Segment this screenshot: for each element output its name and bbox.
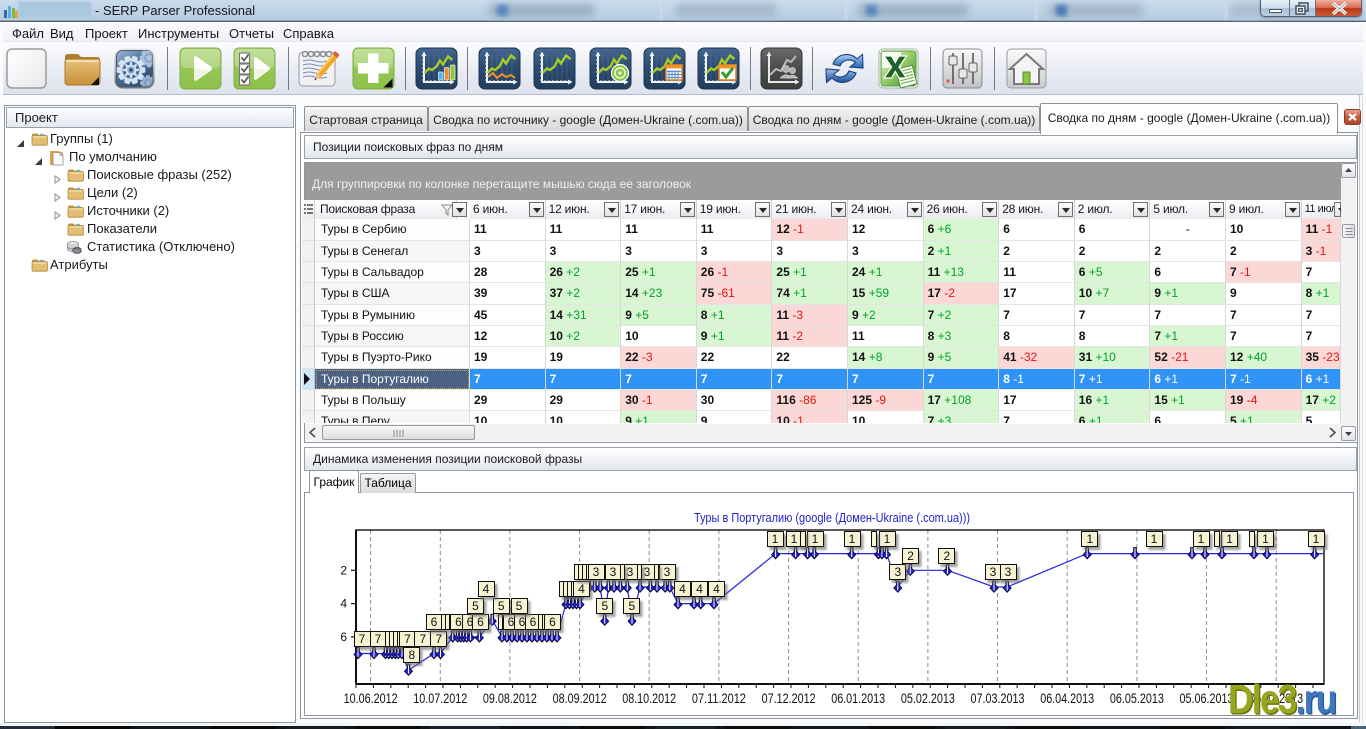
svg-text:09.08.2012: 09.08.2012	[483, 691, 537, 706]
svg-text:2: 2	[340, 563, 347, 577]
svg-text:Туры в Португалию (google (Дом: Туры в Португалию (google (Домен-Ukraine…	[694, 510, 970, 525]
svg-text:06.04.2013: 06.04.2013	[1040, 691, 1094, 706]
svg-text:10.06.2012: 10.06.2012	[344, 691, 398, 706]
svg-text:4: 4	[340, 597, 347, 611]
svg-text:05.06.2013: 05.06.2013	[1180, 691, 1234, 706]
svg-text:07.11.2012: 07.11.2012	[692, 691, 746, 706]
svg-text:08.10.2012: 08.10.2012	[622, 691, 676, 706]
svg-text:07.03.2013: 07.03.2013	[971, 691, 1025, 706]
svg-text:6: 6	[340, 630, 347, 644]
svg-text:07.12.2012: 07.12.2012	[762, 691, 816, 706]
svg-text:10.07.2012: 10.07.2012	[413, 691, 467, 706]
svg-text:06.05.2013: 06.05.2013	[1110, 691, 1164, 706]
svg-text:05.02.2013: 05.02.2013	[901, 691, 955, 706]
svg-text:08.09.2012: 08.09.2012	[553, 691, 607, 706]
svg-text:06.01.2013: 06.01.2013	[831, 691, 885, 706]
